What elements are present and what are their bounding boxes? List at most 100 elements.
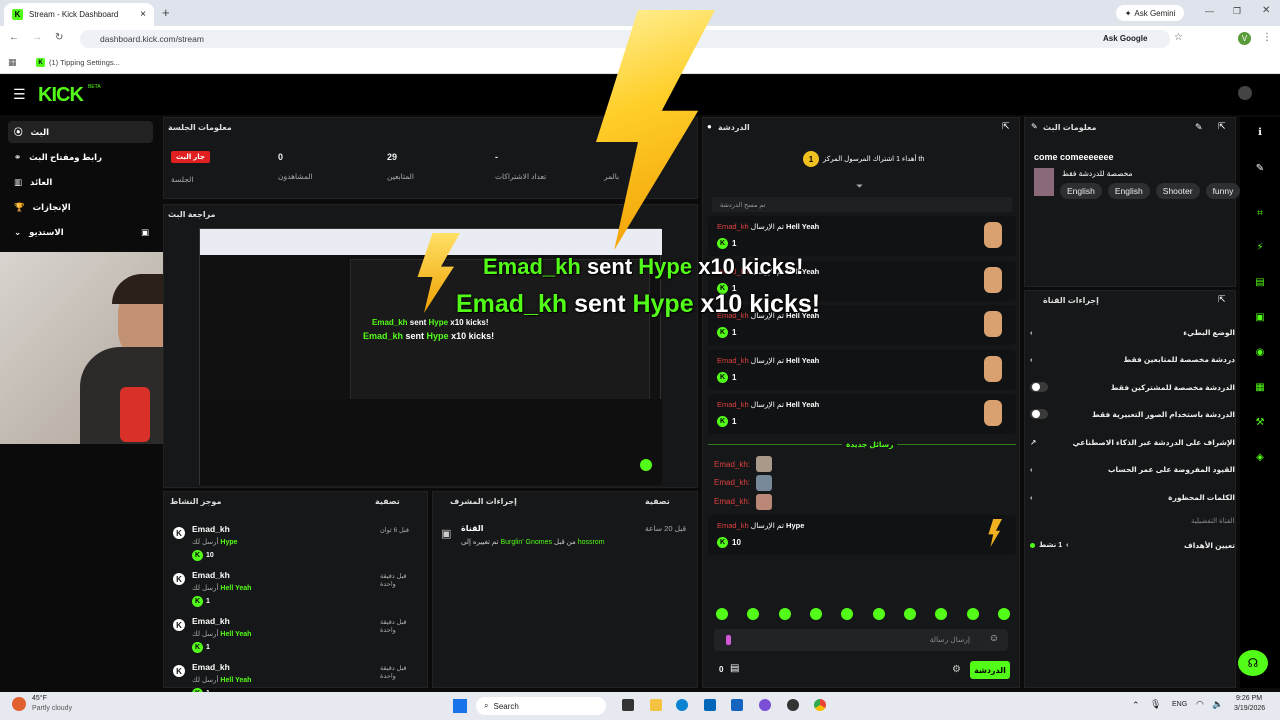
minimize-icon[interactable]: — (1205, 6, 1214, 16)
chat-popout-icon[interactable]: ⇱ (1002, 121, 1010, 132)
volume-icon[interactable]: 🔈 (1212, 699, 1223, 710)
activity-user[interactable]: Emad_kh (192, 570, 230, 580)
chrome-icon[interactable] (814, 699, 826, 711)
subscribers-only-toggle[interactable] (1030, 382, 1048, 392)
ask-google-button[interactable]: Ask Google (1103, 34, 1147, 43)
browser-tab[interactable]: K Stream - Kick Dashboard × (4, 3, 154, 26)
emote-icon[interactable] (997, 608, 1010, 620)
taskbar-search[interactable]: ⌕ Search (476, 697, 606, 715)
close-tab-icon[interactable]: × (140, 9, 146, 20)
chat-input[interactable]: إرسال رسالة ☺ (714, 629, 1008, 651)
lightning-tool-icon[interactable]: ⚡ (1249, 236, 1271, 258)
sidebar-item-studio[interactable]: ⌄ الاستديو ▣ (8, 221, 153, 243)
activity-user[interactable]: Emad_kh (192, 616, 230, 626)
wrench-tool-icon[interactable]: ⚒ (1249, 411, 1271, 433)
send-chat-button[interactable]: الدردشة (970, 661, 1010, 679)
channel-actions-popout-icon[interactable]: ⇱ (1218, 294, 1226, 305)
chat-cleared-notice: تم مسح الدردشة (712, 197, 1012, 212)
profile-avatar[interactable]: V (1238, 32, 1251, 45)
clock-date[interactable]: 3/19/2026 (1234, 705, 1265, 712)
language-indicator[interactable]: ENG (1172, 701, 1187, 708)
edge-icon[interactable] (676, 699, 688, 711)
emote-icon[interactable] (778, 608, 791, 620)
emote-icon[interactable] (903, 608, 916, 620)
hype-lightning-icon (988, 519, 1002, 547)
tray-chevron-icon[interactable]: ⌃ (1132, 700, 1140, 711)
obs-icon[interactable] (787, 699, 799, 711)
hype-user[interactable]: Emad_kh (717, 521, 749, 530)
sidebar-item-revenue[interactable]: ▥ العائد (8, 171, 153, 193)
menu-kebab-icon[interactable]: ⋮ (1262, 32, 1272, 43)
activity-user[interactable]: Emad_kh (192, 662, 230, 672)
sidebar-item-achievements[interactable]: 🏆 الإنجازات (8, 196, 153, 218)
emoji-picker-icon[interactable]: ☺ (989, 633, 999, 644)
action-slow-mode[interactable]: الوضع البطيء › (1030, 322, 1235, 342)
kick-logo[interactable]: KICK (38, 84, 84, 107)
emote-only-toggle[interactable] (1030, 409, 1048, 419)
new-tab-icon[interactable]: + (162, 5, 170, 20)
emote-icon[interactable] (716, 608, 728, 620)
action-subscribers-only[interactable]: الدردشة مخصصة للمشتركين فقط (1030, 377, 1235, 397)
support-headset-button[interactable]: ☊ (1238, 650, 1268, 676)
bookmark-star-icon[interactable]: ☆ (1174, 32, 1183, 43)
chat-user[interactable]: Emad_kh (717, 356, 749, 365)
pencil-tool-icon[interactable]: ✎ (1249, 157, 1271, 179)
edit-icon[interactable]: ✎ (1195, 122, 1203, 133)
user-avatar[interactable] (1238, 86, 1252, 100)
action-emote-only[interactable]: الدردشة باستخدام الصور التعبيرية فقط (1030, 404, 1235, 424)
url-field[interactable]: dashboard.kick.com/stream (80, 30, 1170, 48)
action-banned-words[interactable]: الكلمات المحظورة › (1030, 487, 1235, 507)
chat-user[interactable]: Emad_kh: (714, 497, 750, 506)
action-account-age[interactable]: القيود المفروضة على عمر الحساب › (1030, 459, 1235, 479)
reload-icon[interactable]: ↻ (55, 32, 63, 43)
action-followers-only[interactable]: دردشة مخصصة للمتابعين فقط › (1030, 349, 1235, 369)
emote-icon[interactable] (809, 608, 822, 620)
crop-tool-icon[interactable]: ⌗ (1249, 202, 1271, 224)
maximize-icon[interactable]: ❐ (1233, 6, 1241, 17)
shapes-tool-icon[interactable]: ◈ (1249, 446, 1271, 468)
activity-user[interactable]: Emad_kh (192, 524, 230, 534)
bookmark-tipping[interactable]: K (1) Tipping Settings... (36, 58, 120, 67)
layout-tool-icon[interactable]: ▦ (1249, 376, 1271, 398)
emote-icon[interactable] (747, 608, 760, 620)
broadcast-tool-icon[interactable]: ◉ (1249, 341, 1271, 363)
action-ai-moderation[interactable]: الإشراف على الدردشة عبر الذكاء الاصطناعي… (1030, 432, 1235, 452)
clock-time[interactable]: 9:26 PM (1236, 695, 1262, 702)
wifi-icon[interactable]: ◠ (1196, 699, 1204, 710)
back-icon[interactable]: ← (9, 32, 19, 43)
chat-user[interactable]: Emad_kh: (714, 460, 750, 469)
settings-gear-icon[interactable]: ⚙ (952, 664, 961, 675)
forward-icon[interactable]: → (32, 32, 42, 43)
ask-gemini-button[interactable]: ✦ Ask Gemini (1116, 5, 1184, 21)
mic-icon[interactable] (726, 635, 731, 645)
info-icon[interactable]: ℹ (1249, 121, 1271, 143)
store-icon[interactable] (704, 699, 716, 711)
mod-filter-button[interactable]: تصفية (645, 497, 670, 506)
close-window-icon[interactable]: ✕ (1262, 5, 1270, 16)
emote-icon[interactable] (841, 608, 854, 620)
chat-user[interactable]: Emad_kh (717, 400, 749, 409)
action-set-goals[interactable]: تعيين الأهداف › 1 نشط (1030, 535, 1235, 555)
emote-icon[interactable] (935, 608, 948, 620)
mic-tray-icon[interactable]: 🎙 (1150, 699, 1161, 710)
windows-start-icon[interactable] (453, 699, 467, 713)
gift-icon[interactable]: ▤ (730, 663, 739, 674)
stream-info-popout-icon[interactable]: ⇱ (1218, 121, 1226, 132)
chat-user[interactable]: Emad_kh (717, 222, 749, 231)
task-view-icon[interactable] (622, 699, 634, 711)
outlook-icon[interactable] (731, 699, 743, 711)
collapse-pinned-icon[interactable]: ⏷ (856, 181, 863, 192)
sidebar-item-stream[interactable]: ⦿ البث (8, 121, 153, 143)
document-tool-icon[interactable]: ▤ (1249, 271, 1271, 293)
file-explorer-icon[interactable] (650, 699, 662, 711)
chat-user[interactable]: Emad_kh: (714, 478, 750, 487)
hamburger-menu-icon[interactable]: ☰ (13, 86, 26, 103)
activity-filter-button[interactable]: تصفية (375, 497, 400, 506)
discord-icon[interactable] (759, 699, 771, 711)
apps-grid-icon[interactable]: ▦ (8, 57, 17, 68)
emote-icon[interactable] (872, 608, 885, 620)
emote-icon[interactable] (966, 608, 979, 620)
chat-tool-icon[interactable]: ▣ (1249, 306, 1271, 328)
activity-item-name: Hell Yeah (220, 677, 252, 684)
sidebar-item-stream-key[interactable]: ⚭ رابط ومفتاح البث (8, 146, 153, 168)
